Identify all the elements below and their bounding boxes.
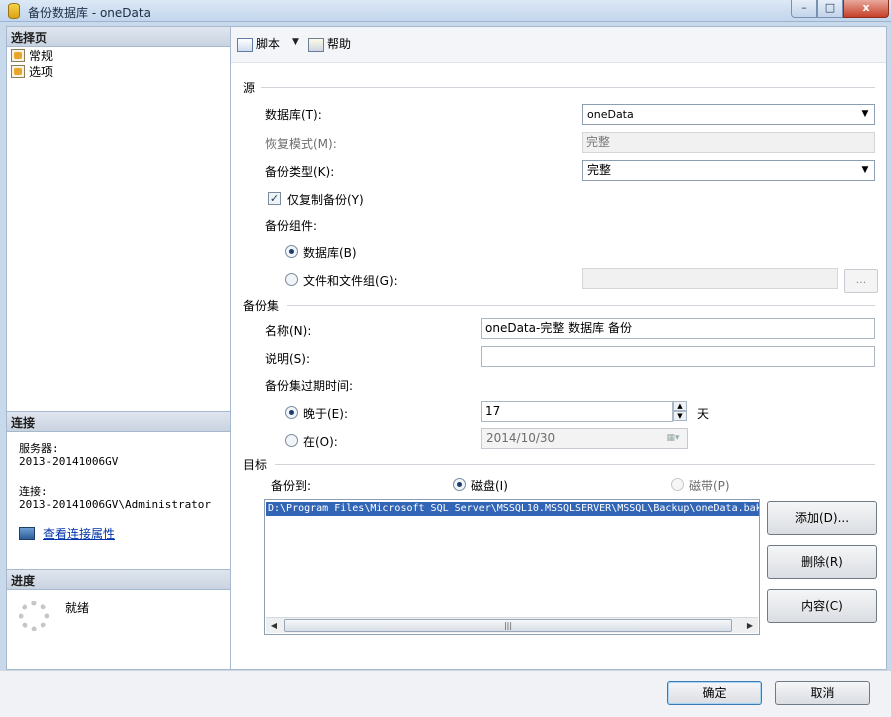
copy-only-label[interactable]: 仅复制备份(Y): [287, 191, 364, 208]
stepper-down-icon[interactable]: ▼: [673, 411, 687, 421]
database-icon: [8, 3, 20, 19]
help-icon: [308, 37, 324, 52]
nav-item-options[interactable]: 选项: [11, 64, 53, 80]
divider: [275, 464, 875, 465]
nav-item-label: 选项: [29, 65, 54, 79]
maximize-button[interactable]: □: [817, 0, 843, 18]
nav-item-general[interactable]: 常规: [11, 48, 53, 64]
expire-days-input[interactable]: 17: [481, 401, 673, 422]
connection-label: 连接:: [19, 485, 48, 498]
divider: [287, 305, 875, 306]
right-pane: 脚本 ▼ 帮助 源 数据库(T): oneData ▼ 恢复模式(M): 完整 …: [231, 26, 887, 670]
page-icon: [11, 65, 25, 78]
close-button[interactable]: x: [843, 0, 889, 18]
expire-date-picker: 2014/10/30 ▦▾: [481, 428, 688, 449]
scroll-right-icon[interactable]: ▶: [742, 619, 758, 632]
backup-component-label: 备份组件:: [265, 219, 318, 233]
window-title: 备份数据库 - oneData: [28, 6, 151, 20]
ok-button[interactable]: 确定: [667, 681, 762, 705]
backup-name-input[interactable]: oneData-完整 数据库 备份: [481, 318, 875, 339]
title-bar: 备份数据库 - oneData – □ x: [0, 0, 891, 22]
connection-properties-icon: [19, 527, 35, 540]
server-value: 2013-20141006GV: [19, 455, 119, 468]
description-label: 说明(S):: [265, 352, 311, 366]
component-database-label[interactable]: 数据库(B): [303, 244, 357, 261]
expire-on-label[interactable]: 在(O):: [303, 433, 338, 450]
database-select[interactable]: oneData ▼: [582, 104, 875, 125]
page-icon: [11, 49, 25, 62]
browse-files-button[interactable]: ...: [844, 269, 878, 293]
disk-label[interactable]: 磁盘(I): [471, 477, 508, 494]
connection-value: 2013-20141006GV\Administrator: [19, 498, 212, 511]
script-icon: [237, 37, 253, 52]
help-button[interactable]: 帮助: [308, 36, 351, 52]
backup-set-group-label: 备份集: [243, 299, 280, 313]
recovery-model-label: 恢复模式(M):: [265, 137, 337, 151]
server-label: 服务器:: [19, 442, 59, 455]
tape-label: 磁带(P): [689, 479, 730, 493]
disk-radio[interactable]: [453, 478, 466, 491]
horizontal-scrollbar[interactable]: ◀ ||| ▶: [266, 617, 758, 633]
expire-after-label[interactable]: 晚于(E):: [303, 405, 348, 422]
destination-list[interactable]: D:\Program Files\Microsoft SQL Server\MS…: [264, 499, 760, 635]
backup-type-label: 备份类型(K):: [265, 165, 335, 179]
expire-on-radio[interactable]: [285, 434, 298, 447]
progress-status: 就绪: [65, 601, 90, 615]
select-page-header: 选择页: [7, 26, 230, 47]
days-stepper[interactable]: ▲ ▼: [673, 401, 687, 422]
left-pane: 选择页 常规 选项 连接 服务器: 2013-20141006GV 连接: 20…: [6, 26, 231, 670]
add-destination-button[interactable]: 添加(D)...: [767, 501, 877, 535]
nav-item-label: 常规: [29, 49, 54, 63]
destination-group-label: 目标: [243, 458, 268, 472]
list-item[interactable]: D:\Program Files\Microsoft SQL Server\MS…: [266, 502, 759, 516]
copy-only-checkbox[interactable]: ✓: [268, 192, 281, 205]
backup-to-label: 备份到:: [271, 479, 312, 493]
divider: [261, 87, 875, 88]
source-group-label: 源: [243, 81, 256, 95]
database-label: 数据库(T):: [265, 108, 322, 122]
dialog-footer: 确定 取消: [0, 670, 891, 717]
connection-header: 连接: [7, 411, 230, 432]
scroll-thumb[interactable]: |||: [284, 619, 732, 632]
tape-radio: [671, 478, 684, 491]
expire-after-radio[interactable]: [285, 406, 298, 419]
script-button[interactable]: 脚本: [237, 36, 280, 52]
name-label: 名称(N):: [265, 324, 312, 338]
component-files-label[interactable]: 文件和文件组(G):: [303, 272, 398, 289]
component-database-radio[interactable]: [285, 245, 298, 258]
minimize-button[interactable]: –: [791, 0, 817, 18]
stepper-up-icon[interactable]: ▲: [673, 401, 687, 411]
progress-spinner-icon: [19, 601, 49, 631]
expiry-label: 备份集过期时间:: [265, 379, 354, 393]
chevron-down-icon: ▼: [861, 109, 869, 119]
scroll-left-icon[interactable]: ◀: [266, 619, 282, 632]
view-connection-properties-link[interactable]: 查看连接属性: [19, 525, 115, 542]
progress-header: 进度: [7, 569, 230, 590]
calendar-icon: ▦▾: [666, 433, 680, 443]
description-input[interactable]: [481, 346, 875, 367]
toolbar: 脚本 ▼ 帮助: [231, 27, 886, 63]
chevron-down-icon: ▼: [861, 165, 869, 175]
files-field: [582, 268, 838, 289]
remove-destination-button[interactable]: 删除(R): [767, 545, 877, 579]
script-dropdown-chevron-icon[interactable]: ▼: [292, 37, 299, 47]
backup-type-select[interactable]: 完整 ▼: [582, 160, 875, 181]
cancel-button[interactable]: 取消: [775, 681, 870, 705]
days-unit-label: 天: [697, 407, 710, 421]
recovery-model-field: 完整: [582, 132, 875, 153]
component-files-radio[interactable]: [285, 273, 298, 286]
contents-button[interactable]: 内容(C): [767, 589, 877, 623]
